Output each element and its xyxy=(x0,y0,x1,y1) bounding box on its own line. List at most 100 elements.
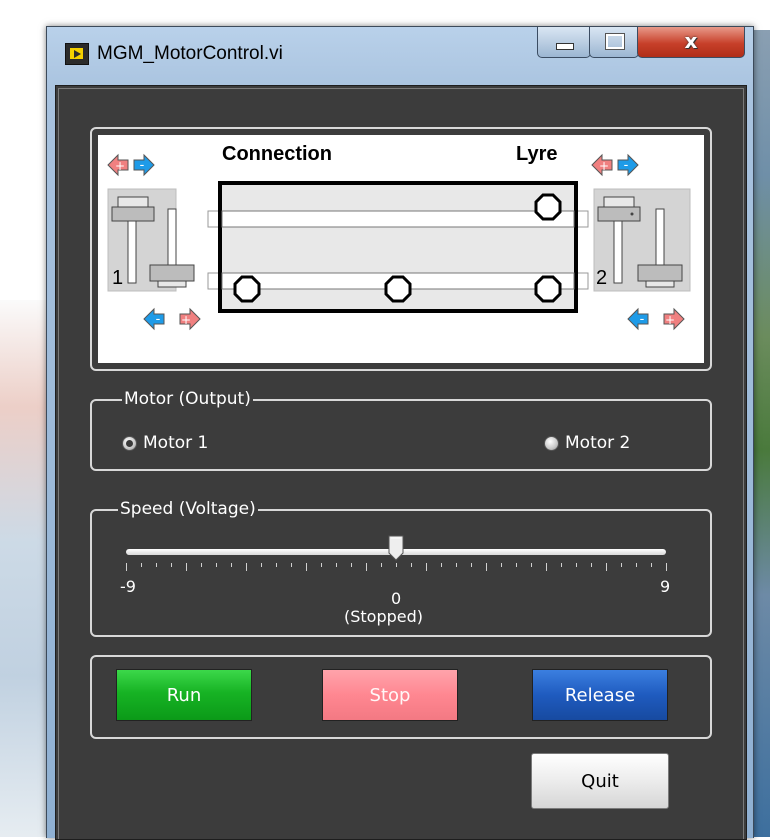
desktop-wallpaper-left xyxy=(0,300,46,837)
close-icon: x xyxy=(684,29,698,53)
scale-tick xyxy=(516,563,517,567)
left-upper-rod xyxy=(127,220,137,284)
pulley-left xyxy=(233,275,261,303)
left-lower-rod xyxy=(167,208,177,266)
scale-tick xyxy=(471,563,472,567)
stop-button[interactable]: Stop xyxy=(322,669,458,721)
upper-rail-inner xyxy=(221,210,575,228)
motor-diagram-graphic: + - - + + - - + xyxy=(107,153,691,331)
caption-buttons: x xyxy=(537,27,745,61)
radio-motor-2-label: Motor 2 xyxy=(565,433,631,453)
front-panel-border: + - - + + - - + Connection Lyre 1 2 Moto… xyxy=(58,88,744,839)
motor-output-group: Motor (Output) Motor 1 Motor 2 xyxy=(90,389,712,471)
minimize-icon xyxy=(556,43,574,50)
scale-tick xyxy=(456,563,457,567)
speed-status-label: (Stopped) xyxy=(344,607,424,626)
scale-tick xyxy=(351,563,352,567)
right-upper-slider-head xyxy=(597,206,641,222)
speed-label: Speed (Voltage) xyxy=(118,499,258,519)
left-lower-slider-base xyxy=(157,280,187,288)
scale-tick xyxy=(216,563,217,567)
scale-tick xyxy=(666,563,667,571)
scale-tick xyxy=(426,563,427,571)
radio-selected-icon xyxy=(122,435,137,451)
scale-tick xyxy=(201,563,202,567)
speed-group: Speed (Voltage) -9 0 9 (Stopped) xyxy=(90,499,712,637)
scale-tick xyxy=(561,563,562,567)
svg-text:+: + xyxy=(599,159,609,173)
scale-tick xyxy=(546,563,547,571)
unit-1-label: 1 xyxy=(112,267,124,289)
scale-tick xyxy=(441,563,442,567)
release-button[interactable]: Release xyxy=(532,669,668,721)
scale-tick xyxy=(366,563,367,571)
scale-tick xyxy=(411,563,412,567)
pulley-right xyxy=(534,275,562,303)
scale-tick xyxy=(381,563,382,567)
svg-text:+: + xyxy=(665,313,675,327)
action-buttons-group: Run Stop Release xyxy=(90,655,712,739)
lyre-label: Lyre xyxy=(516,143,558,165)
right-lower-arrows: - + xyxy=(627,307,685,331)
scale-tick xyxy=(246,563,247,571)
right-upper-slider-top xyxy=(603,196,635,208)
scale-tick xyxy=(321,563,322,567)
scale-tick xyxy=(621,563,622,567)
quit-button[interactable]: Quit xyxy=(531,753,669,809)
svg-text:-: - xyxy=(640,312,645,327)
labview-vi-icon[interactable] xyxy=(65,43,89,65)
svg-text:+: + xyxy=(181,313,191,327)
svg-text:+: + xyxy=(115,159,125,173)
speed-scale-ticks xyxy=(126,563,667,573)
radio-unselected-icon xyxy=(544,435,559,451)
app-window: MGM_MotorControl.vi x + - - + + - - + Co… xyxy=(46,26,754,840)
maximize-icon xyxy=(605,33,625,50)
speed-zero-label: 0 xyxy=(391,589,402,608)
radio-motor-1[interactable]: Motor 1 xyxy=(122,433,208,453)
window-title: MGM_MotorControl.vi xyxy=(97,43,283,64)
right-slider-pin xyxy=(630,212,634,216)
scale-tick xyxy=(651,563,652,567)
scale-tick xyxy=(306,563,307,571)
right-lower-rod xyxy=(655,208,665,266)
scale-tick xyxy=(276,563,277,567)
right-lower-slider-head xyxy=(637,264,683,282)
scale-tick xyxy=(336,563,337,567)
left-lower-arrows: - + xyxy=(143,307,201,331)
scale-tick xyxy=(576,563,577,567)
radio-motor-2[interactable]: Motor 2 xyxy=(544,433,630,453)
scale-tick xyxy=(156,563,157,567)
right-upper-rod xyxy=(613,220,623,284)
pulley-center xyxy=(384,275,412,303)
scale-tick xyxy=(291,563,292,567)
scale-tick xyxy=(591,563,592,567)
lyre-pulley xyxy=(534,193,562,221)
scale-tick xyxy=(636,563,637,567)
speed-slider-thumb[interactable] xyxy=(388,535,404,561)
unit-2-label: 2 xyxy=(596,267,608,289)
scale-tick xyxy=(396,563,397,567)
right-lower-slider-base xyxy=(645,280,675,288)
motor-output-label: Motor (Output) xyxy=(122,389,253,409)
scale-tick xyxy=(186,563,187,571)
scale-tick xyxy=(531,563,532,567)
speed-max-label: 9 xyxy=(660,577,671,596)
maximize-button[interactable] xyxy=(589,27,639,58)
left-upper-slider-head xyxy=(111,206,155,222)
left-upper-slider-top xyxy=(117,196,149,208)
right-upper-arrows: + - xyxy=(591,153,639,177)
svg-text:-: - xyxy=(156,312,161,327)
front-panel: + - - + + - - + Connection Lyre 1 2 Moto… xyxy=(55,85,747,840)
connection-label: Connection xyxy=(222,143,332,165)
svg-text:-: - xyxy=(140,158,145,173)
minimize-button[interactable] xyxy=(537,27,591,58)
scale-tick xyxy=(606,563,607,571)
title-bar[interactable]: MGM_MotorControl.vi x xyxy=(47,27,753,85)
scale-tick xyxy=(501,563,502,567)
run-button[interactable]: Run xyxy=(116,669,252,721)
scale-tick xyxy=(261,563,262,567)
scale-tick xyxy=(141,563,142,567)
radio-motor-1-label: Motor 1 xyxy=(143,433,209,453)
motor-diagram-frame: + - - + + - - + Connection Lyre 1 2 xyxy=(90,127,712,371)
close-button[interactable]: x xyxy=(637,27,745,58)
